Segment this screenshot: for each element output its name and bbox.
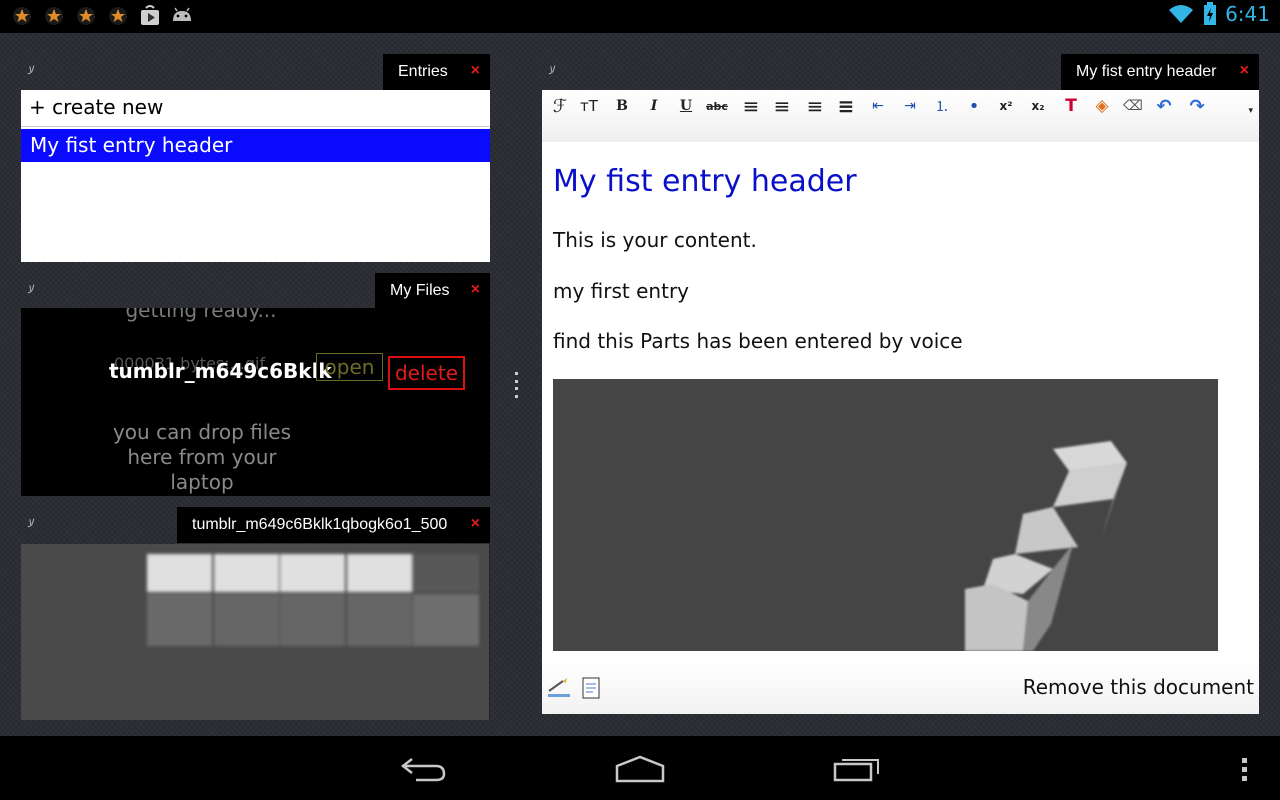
document-title[interactable]: My fist entry header [553, 164, 857, 199]
tab-label: My fist entry header [1076, 63, 1217, 80]
editor-panel: ﻻ My fist entry header × ℱ тT B I U abc … [542, 54, 1259, 714]
align-center-icon[interactable]: ≡ [770, 94, 794, 118]
close-icon[interactable]: × [471, 62, 480, 80]
remove-document-button[interactable]: Remove this document [1023, 675, 1254, 699]
document-icon[interactable] [582, 677, 600, 699]
notification-icons [10, 4, 194, 28]
paragraph[interactable]: This is your content. [553, 228, 757, 252]
close-icon[interactable]: × [471, 281, 480, 299]
unordered-list-icon[interactable]: • [962, 95, 986, 117]
star-icon [45, 7, 63, 25]
play-store-icon [141, 5, 159, 25]
text-color-icon[interactable]: T [1059, 95, 1083, 117]
embedded-image[interactable] [553, 379, 1218, 651]
panel-drag-handle-icon[interactable]: ﻻ [548, 64, 554, 77]
tab-label: tumblr_m649c6Bklk1qbogk6o1_500 [192, 516, 448, 533]
tab-label: My Files [390, 282, 450, 299]
star-icon [109, 7, 127, 25]
paragraph[interactable]: my first entry [553, 279, 689, 303]
image-preview [21, 544, 490, 720]
blocks-image [147, 554, 479, 646]
navigation-bar [0, 736, 1280, 800]
tab-my-files[interactable]: My Files × [375, 273, 490, 309]
bold-icon[interactable]: B [610, 95, 634, 117]
indent-icon[interactable]: ⇥ [898, 95, 922, 117]
open-button[interactable]: open [316, 353, 383, 381]
star-icon [13, 7, 31, 25]
panel-drag-handle-icon[interactable]: ﻻ [27, 64, 33, 77]
list-item[interactable]: My fist entry header [21, 129, 490, 162]
toolbar-more-icon[interactable]: ▾ [1248, 106, 1253, 116]
align-right-icon[interactable]: ≡ [803, 94, 827, 118]
android-icon [173, 7, 191, 21]
drop-hint: you can drop files here from your laptop [112, 420, 292, 494]
strikethrough-icon[interactable]: abc [705, 95, 729, 117]
back-icon[interactable] [400, 754, 448, 784]
editor-footer: Remove this document [542, 662, 1259, 714]
panel-drag-handle-icon[interactable]: ﻻ [27, 283, 33, 296]
subscript-icon[interactable]: x₂ [1026, 95, 1050, 117]
file-name: tumblr_m649c6Bklk [109, 359, 332, 383]
paragraph[interactable]: find this Parts has been entered by voic… [553, 329, 963, 353]
tab-entry-editor[interactable]: My fist entry header × [1061, 54, 1259, 90]
my-files-panel: ﻻ My Files × getting ready... 000031 byt… [21, 273, 490, 496]
star-icon [77, 7, 95, 25]
fill-color-icon[interactable]: ◈ [1090, 95, 1114, 117]
tab-label: Entries [398, 63, 448, 80]
align-left-icon[interactable]: ≡ [739, 94, 763, 118]
overflow-menu-icon[interactable] [1240, 756, 1250, 784]
entries-panel: ﻻ Entries × + create new My fist entry h… [21, 54, 490, 262]
rich-text-editor[interactable]: ℱ тT B I U abc ≡ ≡ ≡ ≡ ⇤ ⇥ ⒈ • x² x₂ T ◈… [542, 90, 1259, 714]
undo-icon[interactable]: ↶ [1152, 95, 1176, 117]
edit-sign-icon[interactable] [547, 677, 571, 699]
underline-icon[interactable]: U [674, 95, 698, 117]
clock: 6:41 [1225, 2, 1270, 26]
italic-icon[interactable]: I [642, 95, 666, 117]
recents-icon[interactable] [832, 754, 882, 784]
superscript-icon[interactable]: x² [994, 95, 1018, 117]
formatting-toolbar: ℱ тT B I U abc ≡ ≡ ≡ ≡ ⇤ ⇥ ⒈ • x² x₂ T ◈… [542, 90, 1259, 142]
system-status: 6:41 [1167, 2, 1270, 26]
create-new-entry-button[interactable]: + create new [21, 90, 490, 127]
files-drop-zone[interactable]: getting ready... 000031 bytes:...gif tum… [21, 308, 490, 496]
status-bar: 6:41 [0, 0, 1280, 33]
home-icon[interactable] [614, 754, 666, 784]
justify-icon[interactable]: ≡ [834, 94, 858, 118]
close-icon[interactable]: × [1240, 62, 1249, 80]
tab-entries[interactable]: Entries × [383, 54, 490, 90]
battery-icon [1204, 2, 1217, 25]
image-preview-panel: ﻻ tumblr_m649c6Bklk1qbogk6o1_500 × [21, 507, 490, 720]
redo-icon[interactable]: ↷ [1185, 95, 1209, 117]
wifi-icon [1169, 5, 1194, 23]
panel-drag-handle-icon[interactable]: ﻻ [27, 517, 33, 530]
close-icon[interactable]: × [471, 515, 480, 533]
font-family-icon[interactable]: ℱ [548, 95, 572, 117]
ordered-list-icon[interactable]: ⒈ [930, 95, 954, 117]
blocks-image [965, 441, 1127, 651]
tab-image-file[interactable]: tumblr_m649c6Bklk1qbogk6o1_500 × [177, 507, 490, 543]
font-size-icon[interactable]: тT [577, 95, 601, 117]
eraser-icon[interactable]: ⌫ [1121, 95, 1145, 117]
outdent-icon[interactable]: ⇤ [866, 95, 890, 117]
panel-splitter-handle[interactable] [514, 372, 518, 398]
status-text: getting ready... [125, 308, 277, 322]
delete-button[interactable]: delete [388, 356, 465, 390]
entries-list: + create new My fist entry header [21, 90, 490, 262]
